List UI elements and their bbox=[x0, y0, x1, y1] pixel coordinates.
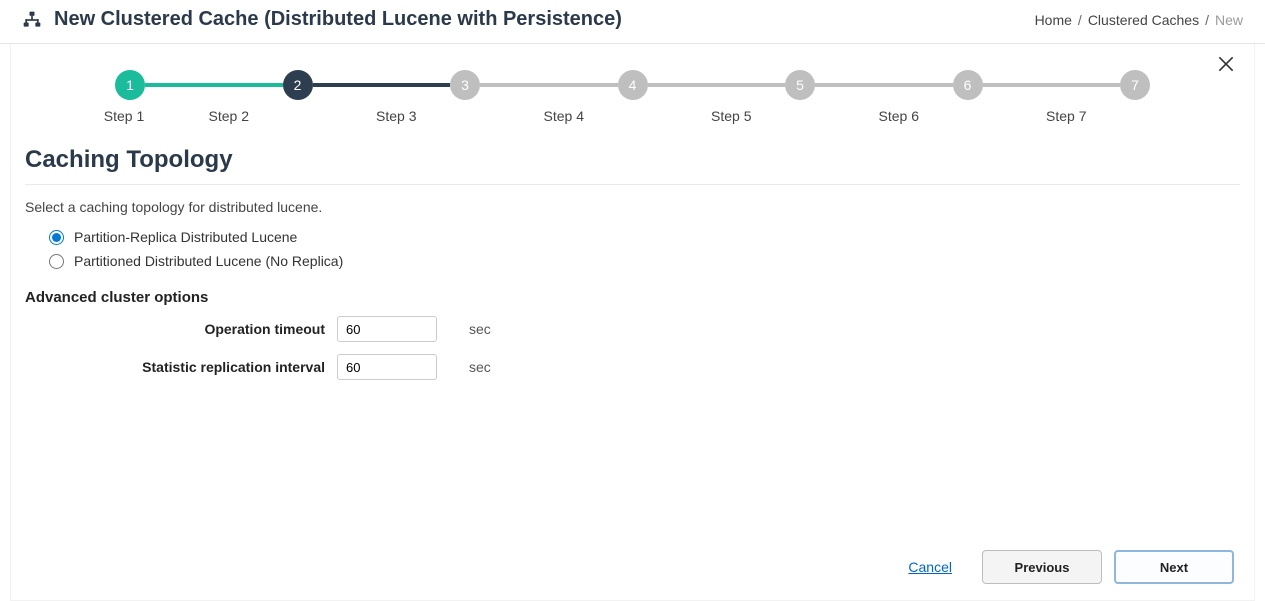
advanced-options-title: Advanced cluster options bbox=[25, 289, 1240, 306]
step-3[interactable]: 3 Step 3 bbox=[313, 70, 481, 124]
step-label: Step 3 bbox=[376, 108, 416, 124]
step-4[interactable]: 4 Step 4 bbox=[480, 70, 648, 124]
step-circle: 3 bbox=[450, 70, 480, 100]
page-header: New Clustered Cache (Distributed Lucene … bbox=[0, 0, 1265, 44]
section-title: Caching Topology bbox=[25, 142, 1240, 184]
operation-timeout-input[interactable] bbox=[337, 316, 437, 342]
advanced-options-form: Operation timeout sec Statistic replicat… bbox=[25, 316, 625, 380]
operation-timeout-unit: sec bbox=[469, 321, 625, 337]
step-label: Step 2 bbox=[209, 108, 249, 124]
close-icon[interactable] bbox=[1216, 54, 1236, 74]
next-button[interactable]: Next bbox=[1114, 550, 1234, 584]
operation-timeout-label: Operation timeout bbox=[25, 321, 325, 337]
radio-label[interactable]: Partition-Replica Distributed Lucene bbox=[74, 229, 297, 245]
step-connector bbox=[480, 83, 618, 87]
stat-interval-input[interactable] bbox=[337, 354, 437, 380]
step-connector bbox=[815, 83, 953, 87]
wizard-panel: 1 Step 1 2 Step 2 3 Step 3 4 Step 4 bbox=[10, 44, 1255, 601]
step-circle: 7 bbox=[1120, 70, 1150, 100]
breadcrumb: Home / Clustered Caches / New bbox=[1035, 12, 1243, 28]
step-label: Step 4 bbox=[544, 108, 584, 124]
radio-input[interactable] bbox=[49, 254, 64, 269]
step-label: Step 6 bbox=[879, 108, 919, 124]
radio-partitioned-no-replica[interactable]: Partitioned Distributed Lucene (No Repli… bbox=[49, 253, 1240, 269]
step-6[interactable]: 6 Step 6 bbox=[815, 70, 983, 124]
step-connector bbox=[648, 83, 786, 87]
stat-interval-label: Statistic replication interval bbox=[25, 359, 325, 375]
step-circle: 2 bbox=[283, 70, 313, 100]
radio-partition-replica[interactable]: Partition-Replica Distributed Lucene bbox=[49, 229, 1240, 245]
previous-button[interactable]: Previous bbox=[982, 550, 1102, 584]
step-connector bbox=[145, 83, 283, 87]
divider bbox=[25, 184, 1240, 185]
sitemap-icon bbox=[22, 10, 42, 30]
breadcrumb-sep: / bbox=[1078, 12, 1082, 28]
topology-radio-group: Partition-Replica Distributed Lucene Par… bbox=[25, 229, 1240, 269]
cancel-link[interactable]: Cancel bbox=[908, 559, 952, 575]
breadcrumb-caches[interactable]: Clustered Caches bbox=[1088, 12, 1199, 28]
step-5[interactable]: 5 Step 5 bbox=[648, 70, 816, 124]
step-label: Step 5 bbox=[711, 108, 751, 124]
step-circle: 6 bbox=[953, 70, 983, 100]
step-7[interactable]: 7 Step 7 bbox=[983, 70, 1151, 124]
stat-interval-unit: sec bbox=[469, 359, 625, 375]
step-label: Step 1 bbox=[104, 108, 144, 124]
step-1[interactable]: 1 Step 1 bbox=[115, 70, 145, 124]
step-connector bbox=[983, 83, 1121, 87]
step-circle: 1 bbox=[115, 70, 145, 100]
wizard-footer: Cancel Previous Next bbox=[25, 540, 1240, 590]
step-connector bbox=[313, 83, 451, 87]
step-2[interactable]: 2 Step 2 bbox=[145, 70, 313, 124]
step-circle: 4 bbox=[618, 70, 648, 100]
radio-label[interactable]: Partitioned Distributed Lucene (No Repli… bbox=[74, 253, 343, 269]
radio-input[interactable] bbox=[49, 230, 64, 245]
breadcrumb-home[interactable]: Home bbox=[1035, 12, 1072, 28]
step-label: Step 7 bbox=[1046, 108, 1086, 124]
stepper: 1 Step 1 2 Step 2 3 Step 3 4 Step 4 bbox=[115, 70, 1150, 124]
step-circle: 5 bbox=[785, 70, 815, 100]
instruction-text: Select a caching topology for distribute… bbox=[25, 199, 1240, 215]
page-title: New Clustered Cache (Distributed Lucene … bbox=[54, 8, 622, 31]
breadcrumb-current: New bbox=[1215, 12, 1243, 28]
page-header-left: New Clustered Cache (Distributed Lucene … bbox=[22, 8, 1035, 31]
breadcrumb-sep: / bbox=[1205, 12, 1209, 28]
